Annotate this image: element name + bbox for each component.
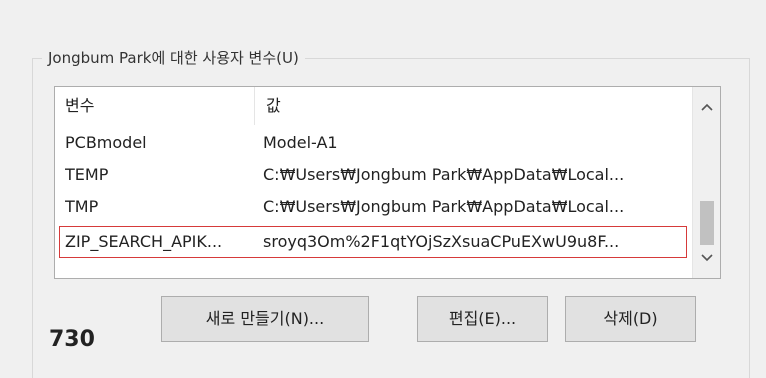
chevron-down-icon[interactable] xyxy=(693,246,720,270)
delete-variable-button[interactable]: 삭제(D) xyxy=(565,296,696,342)
list-column-header: 변수 값 xyxy=(55,87,692,125)
count-label: 730 xyxy=(49,327,95,352)
list-row-pcbmodel[interactable]: PCBmodel Model-A1 xyxy=(55,127,692,159)
chevron-up-icon[interactable] xyxy=(693,95,720,119)
edit-variable-button[interactable]: 편집(E)... xyxy=(417,296,548,342)
variable-value: sroyq3Om%2F1qtYOjSzXsuaCPuEXwU9u8F... xyxy=(263,232,620,251)
column-header-variable[interactable]: 변수 xyxy=(55,87,255,125)
user-variables-list[interactable]: 변수 값 PCBmodel Model-A1 TEMP C:₩Users₩Jon… xyxy=(54,86,721,279)
environment-variables-dialog: Jongbum Park에 대한 사용자 변수(U) 변수 값 PCBmodel… xyxy=(0,0,766,378)
variable-value: C:₩Users₩Jongbum Park₩AppData₩Local... xyxy=(263,165,625,184)
column-header-value[interactable]: 값 xyxy=(256,87,692,125)
new-variable-button[interactable]: 새로 만들기(N)... xyxy=(161,296,369,342)
variable-name: TEMP xyxy=(65,165,109,184)
list-scrollbar[interactable] xyxy=(692,87,720,278)
list-row-tmp[interactable]: TMP C:₩Users₩Jongbum Park₩AppData₩Local.… xyxy=(55,191,692,223)
list-row-zip-search-apikey[interactable]: ZIP_SEARCH_APIK... sroyq3Om%2F1qtYOjSzXs… xyxy=(59,226,687,258)
list-row-temp[interactable]: TEMP C:₩Users₩Jongbum Park₩AppData₩Local… xyxy=(55,159,692,191)
scrollbar-thumb[interactable] xyxy=(700,201,714,245)
variable-value: C:₩Users₩Jongbum Park₩AppData₩Local... xyxy=(263,197,625,216)
user-variables-group-label: Jongbum Park에 대한 사용자 변수(U) xyxy=(42,48,305,68)
variable-value: Model-A1 xyxy=(263,133,338,152)
variable-name: ZIP_SEARCH_APIK... xyxy=(65,232,223,251)
variable-name: PCBmodel xyxy=(65,133,147,152)
variable-name: TMP xyxy=(65,197,99,216)
